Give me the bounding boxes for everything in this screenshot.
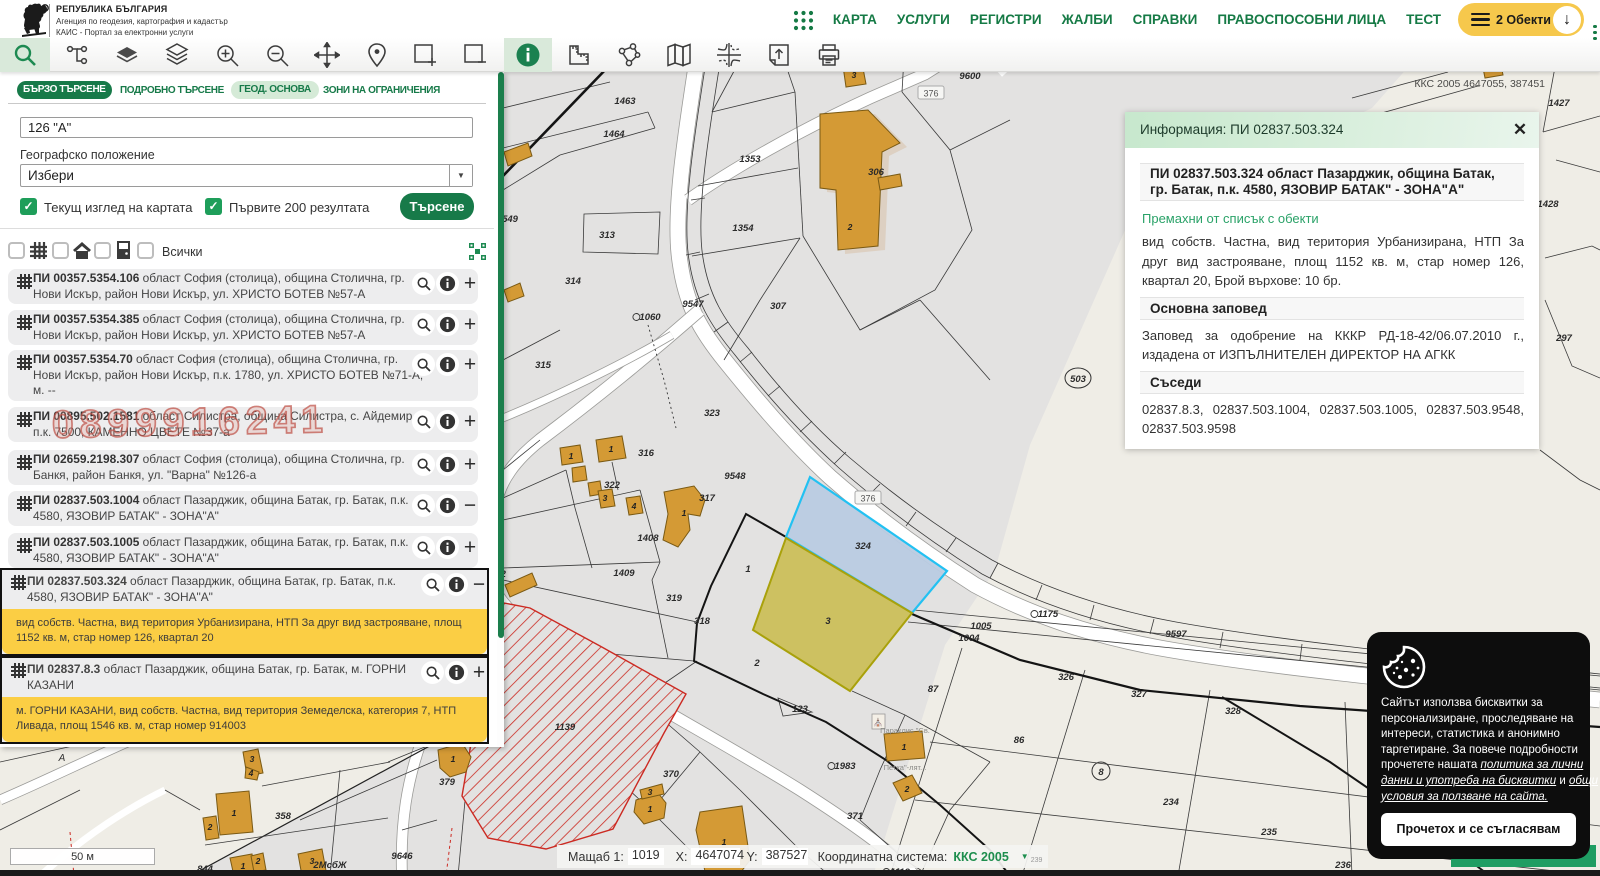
svg-text:503: 503 [1070,374,1087,385]
svg-text:Петка"-лят...: Петка"-лят... [884,763,927,772]
svg-text:4: 4 [248,768,254,778]
svg-text:307: 307 [770,301,787,312]
svg-text:1004: 1004 [958,633,980,644]
svg-text:9597: 9597 [1165,629,1187,640]
svg-text:4: 4 [631,501,637,511]
svg-text:1: 1 [451,754,456,764]
svg-text:1: 1 [569,451,574,461]
svg-text:328: 328 [1225,706,1242,717]
svg-text:235: 235 [1260,827,1278,838]
svg-text:297: 297 [1555,333,1573,344]
svg-text:549: 549 [502,214,519,225]
svg-text:1175: 1175 [1038,609,1059,620]
svg-text:86: 86 [1014,735,1025,746]
svg-text:1354: 1354 [732,223,754,234]
svg-text:2: 2 [847,222,853,232]
svg-text:1139: 1139 [555,722,576,733]
svg-text:3: 3 [603,493,608,503]
svg-text:1: 1 [682,508,687,518]
svg-text:323: 323 [704,408,721,419]
svg-text:1463: 1463 [614,96,636,107]
svg-text:3: 3 [825,616,831,627]
svg-text:358: 358 [275,811,292,822]
svg-text:1: 1 [902,742,907,752]
svg-text:314: 314 [565,276,582,287]
svg-text:1060: 1060 [639,312,661,323]
svg-text:1: 1 [232,808,237,818]
svg-text:1353: 1353 [739,154,761,165]
svg-text:313: 313 [599,230,616,241]
svg-text:1983: 1983 [834,761,856,772]
svg-text:326: 326 [1058,672,1075,683]
svg-text:123: 123 [792,704,809,715]
svg-text:322: 322 [604,480,621,491]
svg-text:9547: 9547 [682,299,704,310]
svg-text:А: А [58,753,66,764]
svg-text:3: 3 [250,754,255,764]
svg-text:9600: 9600 [959,71,981,82]
svg-text:9646: 9646 [391,851,413,862]
svg-text:317: 317 [699,493,716,504]
svg-text:1005: 1005 [970,621,992,632]
svg-text:316: 316 [638,448,655,459]
svg-text:315: 315 [535,360,552,371]
svg-text:306: 306 [868,167,885,178]
svg-text:2: 2 [255,856,261,866]
svg-text:87: 87 [928,684,939,695]
svg-text:379: 379 [439,777,456,788]
svg-text:324: 324 [855,541,872,552]
svg-text:1464: 1464 [603,129,625,140]
svg-text:8: 8 [1098,767,1104,778]
svg-text:2: 2 [904,784,910,794]
svg-text:1409: 1409 [613,568,635,579]
svg-text:371: 371 [847,811,863,822]
svg-text:319: 319 [666,593,683,604]
svg-text:376: 376 [923,89,938,99]
svg-text:1: 1 [745,564,750,575]
svg-text:ККС 2005 4647055, 387451: ККС 2005 4647055, 387451 [1414,78,1545,90]
svg-text:1: 1 [648,804,653,814]
svg-text:318: 318 [694,616,711,627]
svg-text:234: 234 [1162,797,1180,808]
svg-text:1: 1 [609,444,614,454]
svg-text:9548: 9548 [724,471,746,482]
svg-text:1408: 1408 [637,533,659,544]
svg-text:370: 370 [663,769,680,780]
svg-text:1427: 1427 [1548,98,1570,109]
svg-text:327: 327 [1131,689,1148,700]
svg-text:376: 376 [860,494,875,504]
svg-text:Параклис "Св.: Параклис "Св. [880,726,930,735]
svg-text:3: 3 [648,787,653,797]
svg-text:2: 2 [207,822,213,832]
svg-text:1428: 1428 [1537,199,1559,210]
svg-text:2: 2 [753,658,760,669]
